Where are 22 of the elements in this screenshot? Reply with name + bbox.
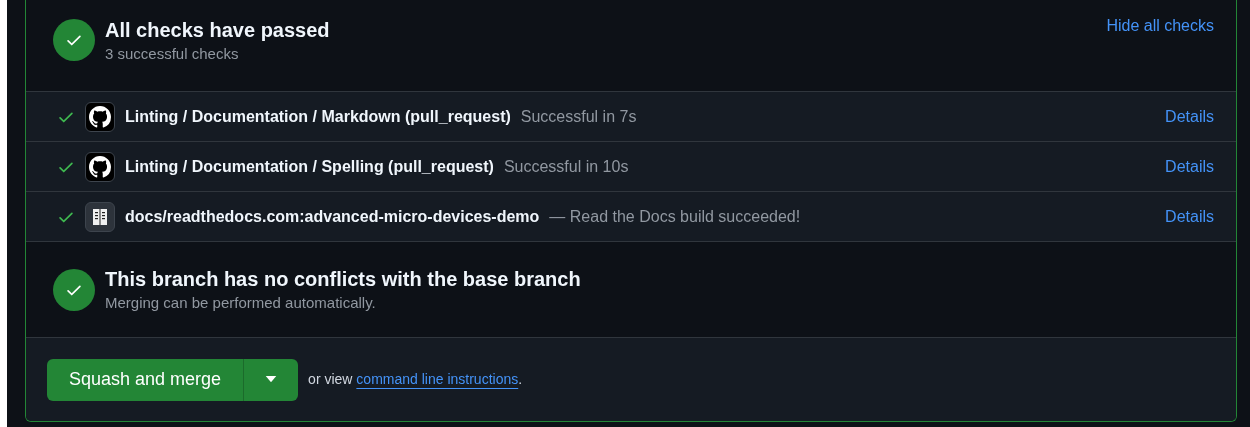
check-name: docs/readthedocs.com:advanced-micro-devices-demo <box>125 206 540 227</box>
book-icon <box>85 201 115 232</box>
checks-title: All checks have passed <box>105 18 330 43</box>
check-name: Linting / Documentation / Spelling (pull_request) <box>125 156 494 177</box>
details-link[interactable]: Details <box>1165 154 1214 179</box>
merge-status-title: This branch has no conflicts with the base branch <box>105 266 581 292</box>
merge-options-button[interactable] <box>244 358 299 401</box>
octocat-icon <box>85 151 115 182</box>
check-status: — Read the Docs build succeeded! <box>549 206 801 227</box>
check-name: Linting / Documentation / Markdown (pull_request) <box>125 106 511 127</box>
details-link[interactable]: Details <box>1165 204 1214 229</box>
check-status: Successful in 10s <box>503 156 629 177</box>
merge-hint-end: . <box>518 371 523 387</box>
octocat-icon <box>85 101 115 132</box>
squash-merge-button[interactable]: Squash and merge <box>47 358 245 401</box>
checks-subtitle: 3 successful checks <box>105 44 240 64</box>
details-link[interactable]: Details <box>1165 104 1214 129</box>
caret-icon <box>265 376 278 383</box>
hide-checks-link[interactable]: Hide all checks <box>1106 15 1214 91</box>
merge-hint: or view <box>308 371 354 387</box>
check-status: Successful in 7s <box>520 106 637 127</box>
merge-status-subtitle: Merging can be performed automatically. <box>105 292 377 313</box>
